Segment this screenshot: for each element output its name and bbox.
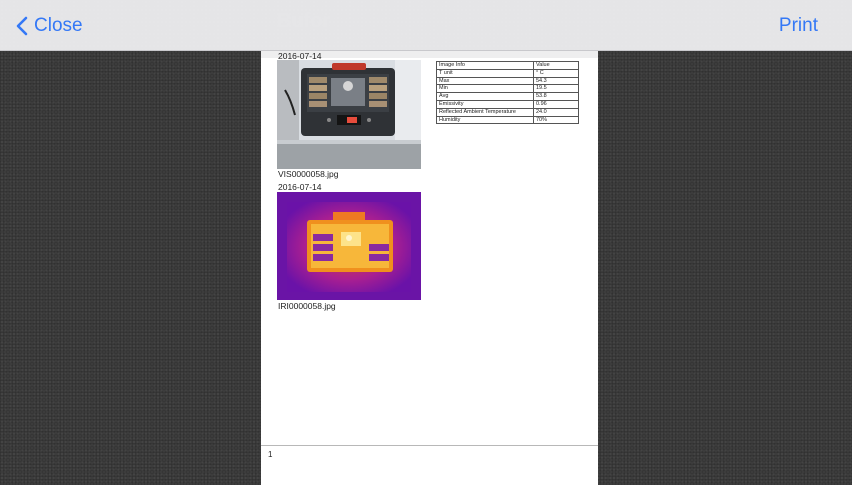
- page-footer-divider: [261, 445, 598, 446]
- page-title: Bufor: [277, 10, 331, 32]
- table-cell: Emissivity: [436, 99, 534, 109]
- navigation-bar: Close Bufor Print: [0, 0, 852, 51]
- table-row: Max 54.3: [436, 76, 579, 86]
- table-header-cell: Image Info: [436, 61, 534, 70]
- table-cell: Reflected Ambient Temperature: [436, 107, 534, 117]
- table-cell: 70%: [533, 115, 579, 125]
- table-row: Emissivity 0.96: [436, 99, 579, 109]
- chevron-left-icon: [16, 16, 28, 36]
- print-label: Print: [778, 14, 818, 36]
- table-row: Avg 53.8: [436, 92, 579, 101]
- print-preview-page[interactable]: 2016-07-14 VIS0000058.jpg 2016-07-14 IRI…: [261, 51, 598, 485]
- table-cell: Avg: [436, 92, 534, 101]
- table-cell: 19.5: [533, 84, 579, 94]
- visual-photo: [277, 60, 421, 169]
- table-row: Humidity 70%: [436, 115, 579, 125]
- thermal-image-date: 2016-07-14: [278, 182, 322, 192]
- table-cell: Humidity: [436, 115, 534, 125]
- close-button[interactable]: Close: [16, 0, 83, 51]
- table-header-cell: Value: [533, 61, 579, 70]
- table-cell: 54.3: [533, 76, 579, 86]
- table-row: T unit ° C: [436, 68, 579, 78]
- thermal-image-filename: IRI0000058.jpg: [278, 301, 336, 311]
- table-row: Min 19.5: [436, 84, 579, 94]
- table-cell: 24.0: [533, 107, 579, 117]
- image-info-table: Image Info Value T unit ° C Max 54.3 Min…: [436, 61, 579, 125]
- table-cell: 53.8: [533, 92, 579, 101]
- close-label: Close: [34, 14, 83, 36]
- table-cell: Min: [436, 84, 534, 94]
- table-cell: T unit: [436, 68, 534, 78]
- table-row: Reflected Ambient Temperature 24.0: [436, 107, 579, 117]
- thermal-photo: [277, 192, 421, 300]
- table-cell: 0.96: [533, 99, 579, 109]
- page-number: 1: [268, 450, 273, 459]
- table-cell: ° C: [533, 68, 579, 78]
- print-button[interactable]: Print: [779, 0, 818, 51]
- visual-image-filename: VIS0000058.jpg: [278, 169, 339, 179]
- table-header-row: Image Info Value: [436, 61, 579, 70]
- table-cell: Max: [436, 76, 534, 86]
